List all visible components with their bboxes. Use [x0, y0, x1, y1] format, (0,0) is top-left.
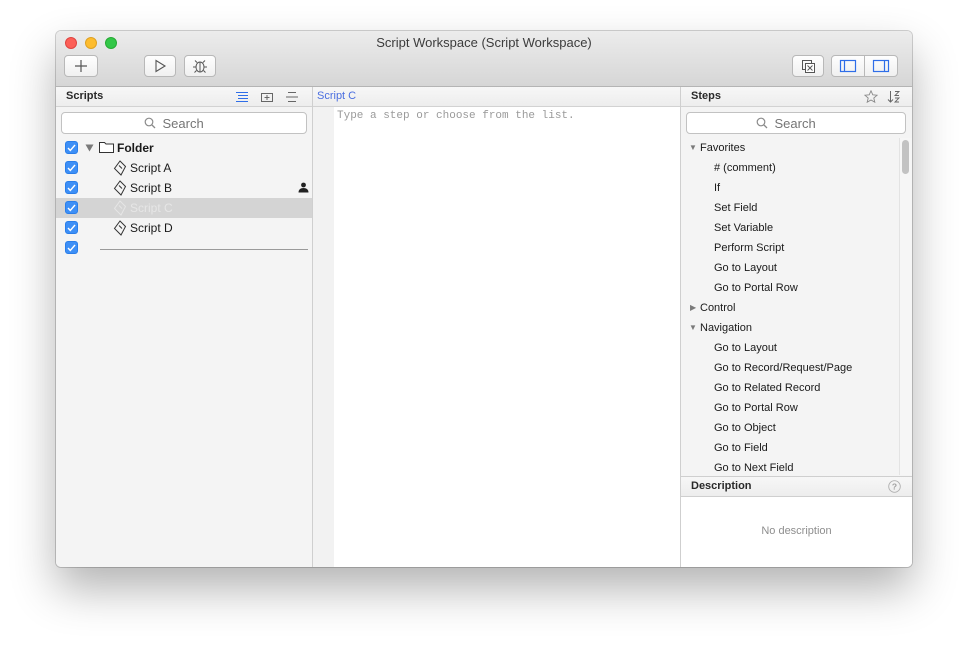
step-item[interactable]: Set Field: [714, 198, 757, 218]
bug-icon: [193, 60, 207, 73]
new-folder-icon[interactable]: [260, 91, 274, 103]
include-checkbox[interactable]: [65, 221, 78, 234]
tree-row-script-c[interactable]: Script C: [56, 198, 312, 218]
separator-line: [100, 249, 308, 250]
tree-row-script-a[interactable]: Script A: [56, 158, 312, 178]
tree-row-folder[interactable]: Folder: [56, 138, 312, 158]
checkmark-icon: [67, 184, 76, 192]
steps-panel-title: Steps: [691, 90, 721, 102]
checkmark-icon: [67, 244, 76, 252]
description-text: No description: [761, 525, 832, 537]
description-header: Description ?: [681, 476, 912, 497]
debug-script-button[interactable]: [184, 55, 216, 77]
scripts-panel: Folder Script A Script B Script C: [56, 107, 312, 567]
step-item[interactable]: Go to Related Record: [714, 378, 820, 398]
plus-icon: [75, 60, 87, 72]
help-icon[interactable]: ?: [888, 480, 901, 493]
titlebar: Script Workspace (Script Workspace): [56, 31, 912, 87]
step-item[interactable]: Go to Next Field: [714, 458, 793, 478]
checkmark-icon: [67, 204, 76, 212]
step-item[interactable]: Go to Portal Row: [714, 278, 798, 298]
tree-label: Script B: [130, 181, 173, 195]
step-item[interactable]: Set Variable: [714, 218, 773, 238]
toggle-right-pane-button[interactable]: [864, 55, 898, 77]
script-icon: [113, 220, 127, 236]
search-icon: [756, 117, 767, 129]
svg-text:?: ?: [892, 482, 897, 492]
duplicate-window-icon: [802, 60, 815, 73]
tree-label: Script C: [130, 201, 173, 215]
scripts-panel-header: Scripts: [56, 87, 312, 107]
tree-row-separator[interactable]: [56, 238, 312, 258]
checkmark-icon: [67, 224, 76, 232]
script-icon: [113, 160, 127, 176]
steps-group-label: Control: [700, 302, 736, 314]
include-checkbox[interactable]: [65, 241, 78, 254]
step-item[interactable]: Go to Layout: [714, 338, 777, 358]
steps-scrollbar-thumb[interactable]: [902, 140, 909, 174]
disclosure-right-icon[interactable]: ▶: [690, 298, 696, 318]
description-title: Description: [691, 480, 752, 492]
include-checkbox[interactable]: [65, 181, 78, 194]
sort-icon[interactable]: [887, 90, 901, 103]
scripts-panel-title: Scripts: [66, 90, 104, 102]
search-icon: [144, 117, 155, 129]
include-checkbox[interactable]: [65, 141, 78, 154]
scripts-search-field[interactable]: [61, 112, 307, 134]
new-script-button[interactable]: [64, 55, 98, 77]
steps-group-label: Navigation: [700, 322, 752, 334]
window-title: Script Workspace (Script Workspace): [376, 35, 592, 50]
scripts-search-input[interactable]: [160, 114, 225, 132]
steps-search-field[interactable]: [686, 112, 906, 134]
step-item[interactable]: Go to Layout: [714, 258, 777, 278]
right-pane-icon: [872, 59, 890, 73]
steps-search-input[interactable]: [772, 114, 837, 132]
steps-panel-header: Steps: [681, 87, 912, 107]
step-item[interactable]: Go to Object: [714, 418, 776, 438]
separator-icon[interactable]: [285, 91, 299, 103]
step-item[interactable]: Go to Field: [714, 438, 768, 458]
steps-group-label: Favorites: [700, 142, 746, 154]
tree-row-script-b[interactable]: Script B: [56, 178, 312, 198]
tree-row-script-d[interactable]: Script D: [56, 218, 312, 238]
disclosure-down-icon[interactable]: ▼: [689, 318, 697, 338]
tree-label: Script D: [130, 221, 173, 235]
tree-label: Folder: [117, 141, 154, 155]
checkmark-icon: [67, 164, 76, 172]
editor-placeholder[interactable]: Type a step or choose from the list.: [337, 110, 575, 122]
disclosure-down-icon[interactable]: [85, 144, 94, 152]
step-item[interactable]: If: [714, 178, 720, 198]
step-item[interactable]: Go to Record/Request/Page: [714, 358, 852, 378]
play-icon: [155, 59, 167, 73]
toggle-left-pane-button[interactable]: [831, 55, 865, 77]
description-body: No description: [681, 497, 912, 567]
editor-tab-label[interactable]: Script C: [317, 90, 356, 102]
list-view-icon[interactable]: [235, 91, 249, 103]
folder-icon: [99, 142, 114, 153]
run-script-button[interactable]: [144, 55, 176, 77]
star-icon[interactable]: [864, 90, 878, 103]
checkmark-icon: [67, 144, 76, 152]
script-icon: [113, 200, 127, 216]
disclosure-down-icon[interactable]: ▼: [689, 138, 697, 158]
steps-scrollbar[interactable]: [899, 138, 912, 475]
include-checkbox[interactable]: [65, 201, 78, 214]
line-number-gutter: [313, 107, 334, 567]
script-icon: [113, 180, 127, 196]
step-item[interactable]: Perform Script: [714, 238, 784, 258]
editor-header: [313, 87, 680, 107]
script-workspace-window: Script Workspace (Script Workspace) Scri…: [56, 31, 912, 567]
tree-label: Script A: [130, 161, 172, 175]
person-icon: [298, 182, 309, 193]
include-checkbox[interactable]: [65, 161, 78, 174]
left-pane-icon: [839, 59, 857, 73]
step-item[interactable]: Go to Portal Row: [714, 398, 798, 418]
duplicate-window-button[interactable]: [792, 55, 824, 77]
step-item[interactable]: # (comment): [714, 158, 776, 178]
